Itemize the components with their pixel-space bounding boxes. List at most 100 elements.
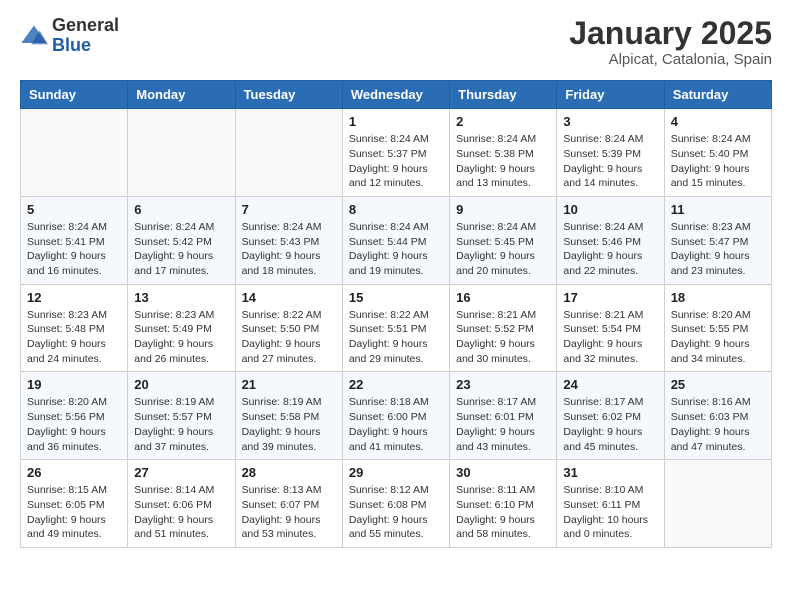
day-info: Sunrise: 8:24 AM Sunset: 5:44 PM Dayligh… — [349, 220, 443, 279]
calendar-cell: 23 Sunrise: 8:17 AM Sunset: 6:01 PM Dayli… — [450, 372, 557, 460]
day-number: 27 — [134, 465, 228, 480]
calendar-cell: 12 Sunrise: 8:23 AM Sunset: 5:48 PM Dayli… — [21, 284, 128, 372]
day-info: Sunrise: 8:22 AM Sunset: 5:50 PM Dayligh… — [242, 308, 336, 367]
calendar-cell — [128, 109, 235, 197]
day-number: 10 — [563, 202, 657, 217]
day-info: Sunrise: 8:20 AM Sunset: 5:55 PM Dayligh… — [671, 308, 765, 367]
calendar-cell: 27 Sunrise: 8:14 AM Sunset: 6:06 PM Dayli… — [128, 460, 235, 548]
calendar-cell: 30Sunrise: 8:11 AM Sunset: 6:10 PM Dayli… — [450, 460, 557, 548]
day-number: 26 — [27, 465, 121, 480]
day-number: 24 — [563, 377, 657, 392]
day-info: Sunrise: 8:17 AM Sunset: 6:01 PM Dayligh… — [456, 395, 550, 454]
day-info: Sunrise: 8:21 AM Sunset: 5:54 PM Dayligh… — [563, 308, 657, 367]
day-info: Sunrise: 8:24 AM Sunset: 5:40 PM Dayligh… — [671, 132, 765, 191]
day-info: Sunrise: 8:19 AM Sunset: 5:58 PM Dayligh… — [242, 395, 336, 454]
calendar-week-row: 19 Sunrise: 8:20 AM Sunset: 5:56 PM Dayli… — [21, 372, 772, 460]
calendar-cell: 17 Sunrise: 8:21 AM Sunset: 5:54 PM Dayli… — [557, 284, 664, 372]
day-number: 11 — [671, 202, 765, 217]
day-number: 22 — [349, 377, 443, 392]
day-info: Sunrise: 8:23 AM Sunset: 5:48 PM Dayligh… — [27, 308, 121, 367]
calendar-cell: 18 Sunrise: 8:20 AM Sunset: 5:55 PM Dayli… — [664, 284, 771, 372]
logo: General Blue — [20, 16, 119, 56]
day-info: Sunrise: 8:19 AM Sunset: 5:57 PM Dayligh… — [134, 395, 228, 454]
calendar-cell: 26 Sunrise: 8:15 AM Sunset: 6:05 PM Dayli… — [21, 460, 128, 548]
calendar-cell: 10 Sunrise: 8:24 AM Sunset: 5:46 PM Dayli… — [557, 196, 664, 284]
logo-icon — [20, 22, 48, 50]
calendar-cell: 19 Sunrise: 8:20 AM Sunset: 5:56 PM Dayli… — [21, 372, 128, 460]
calendar-cell: 3 Sunrise: 8:24 AM Sunset: 5:39 PM Daylig… — [557, 109, 664, 197]
calendar-header-sunday: Sunday — [21, 81, 128, 109]
day-info: Sunrise: 8:11 AM Sunset: 6:10 PM Dayligh… — [456, 483, 550, 542]
day-number: 2 — [456, 114, 550, 129]
day-info: Sunrise: 8:21 AM Sunset: 5:52 PM Dayligh… — [456, 308, 550, 367]
day-number: 14 — [242, 290, 336, 305]
day-number: 17 — [563, 290, 657, 305]
day-info: Sunrise: 8:12 AM Sunset: 6:08 PM Dayligh… — [349, 483, 443, 542]
day-info: Sunrise: 8:23 AM Sunset: 5:47 PM Dayligh… — [671, 220, 765, 279]
calendar-cell: 24Sunrise: 8:17 AM Sunset: 6:02 PM Dayli… — [557, 372, 664, 460]
day-number: 31 — [563, 465, 657, 480]
day-number: 7 — [242, 202, 336, 217]
calendar-cell: 11 Sunrise: 8:23 AM Sunset: 5:47 PM Dayli… — [664, 196, 771, 284]
calendar-week-row: 12 Sunrise: 8:23 AM Sunset: 5:48 PM Dayli… — [21, 284, 772, 372]
day-info: Sunrise: 8:24 AM Sunset: 5:37 PM Dayligh… — [349, 132, 443, 191]
calendar-cell — [21, 109, 128, 197]
day-number: 23 — [456, 377, 550, 392]
calendar-cell: 25Sunrise: 8:16 AM Sunset: 6:03 PM Dayli… — [664, 372, 771, 460]
logo-blue-text: Blue — [52, 36, 119, 56]
day-info: Sunrise: 8:15 AM Sunset: 6:05 PM Dayligh… — [27, 483, 121, 542]
day-number: 28 — [242, 465, 336, 480]
month-title: January 2025 — [569, 16, 772, 51]
logo-text: General Blue — [52, 16, 119, 56]
day-info: Sunrise: 8:16 AM Sunset: 6:03 PM Dayligh… — [671, 395, 765, 454]
calendar-week-row: 1 Sunrise: 8:24 AM Sunset: 5:37 PM Daylig… — [21, 109, 772, 197]
calendar-cell: 5Sunrise: 8:24 AM Sunset: 5:41 PM Daylig… — [21, 196, 128, 284]
day-info: Sunrise: 8:24 AM Sunset: 5:43 PM Dayligh… — [242, 220, 336, 279]
calendar-cell: 22 Sunrise: 8:18 AM Sunset: 6:00 PM Dayli… — [342, 372, 449, 460]
calendar-header-tuesday: Tuesday — [235, 81, 342, 109]
day-info: Sunrise: 8:24 AM Sunset: 5:45 PM Dayligh… — [456, 220, 550, 279]
title-area: January 2025 Alpicat, Catalonia, Spain — [569, 16, 772, 68]
calendar-header-monday: Monday — [128, 81, 235, 109]
calendar-cell: 28Sunrise: 8:13 AM Sunset: 6:07 PM Dayli… — [235, 460, 342, 548]
day-number: 21 — [242, 377, 336, 392]
calendar-cell: 29 Sunrise: 8:12 AM Sunset: 6:08 PM Dayli… — [342, 460, 449, 548]
calendar-table: SundayMondayTuesdayWednesdayThursdayFrid… — [20, 80, 772, 548]
day-number: 1 — [349, 114, 443, 129]
day-number: 18 — [671, 290, 765, 305]
calendar-week-row: 26 Sunrise: 8:15 AM Sunset: 6:05 PM Dayli… — [21, 460, 772, 548]
calendar-header-friday: Friday — [557, 81, 664, 109]
day-number: 20 — [134, 377, 228, 392]
day-info: Sunrise: 8:20 AM Sunset: 5:56 PM Dayligh… — [27, 395, 121, 454]
calendar-week-row: 5Sunrise: 8:24 AM Sunset: 5:41 PM Daylig… — [21, 196, 772, 284]
day-info: Sunrise: 8:23 AM Sunset: 5:49 PM Dayligh… — [134, 308, 228, 367]
location-title: Alpicat, Catalonia, Spain — [569, 51, 772, 68]
calendar-cell: 16 Sunrise: 8:21 AM Sunset: 5:52 PM Dayli… — [450, 284, 557, 372]
calendar-header-thursday: Thursday — [450, 81, 557, 109]
day-number: 6 — [134, 202, 228, 217]
calendar-header-wednesday: Wednesday — [342, 81, 449, 109]
day-number: 3 — [563, 114, 657, 129]
day-number: 15 — [349, 290, 443, 305]
calendar-cell: 7 Sunrise: 8:24 AM Sunset: 5:43 PM Daylig… — [235, 196, 342, 284]
day-number: 8 — [349, 202, 443, 217]
day-number: 16 — [456, 290, 550, 305]
calendar-cell: 1 Sunrise: 8:24 AM Sunset: 5:37 PM Daylig… — [342, 109, 449, 197]
day-info: Sunrise: 8:24 AM Sunset: 5:46 PM Dayligh… — [563, 220, 657, 279]
day-number: 29 — [349, 465, 443, 480]
day-number: 4 — [671, 114, 765, 129]
calendar-cell — [235, 109, 342, 197]
day-number: 9 — [456, 202, 550, 217]
calendar-cell — [664, 460, 771, 548]
day-info: Sunrise: 8:22 AM Sunset: 5:51 PM Dayligh… — [349, 308, 443, 367]
day-number: 19 — [27, 377, 121, 392]
calendar-header-saturday: Saturday — [664, 81, 771, 109]
day-info: Sunrise: 8:18 AM Sunset: 6:00 PM Dayligh… — [349, 395, 443, 454]
header: General Blue January 2025 Alpicat, Catal… — [20, 16, 772, 68]
day-info: Sunrise: 8:24 AM Sunset: 5:41 PM Dayligh… — [27, 220, 121, 279]
day-number: 12 — [27, 290, 121, 305]
day-info: Sunrise: 8:14 AM Sunset: 6:06 PM Dayligh… — [134, 483, 228, 542]
calendar-cell: 21 Sunrise: 8:19 AM Sunset: 5:58 PM Dayli… — [235, 372, 342, 460]
calendar-cell: 6Sunrise: 8:24 AM Sunset: 5:42 PM Daylig… — [128, 196, 235, 284]
day-info: Sunrise: 8:24 AM Sunset: 5:39 PM Dayligh… — [563, 132, 657, 191]
